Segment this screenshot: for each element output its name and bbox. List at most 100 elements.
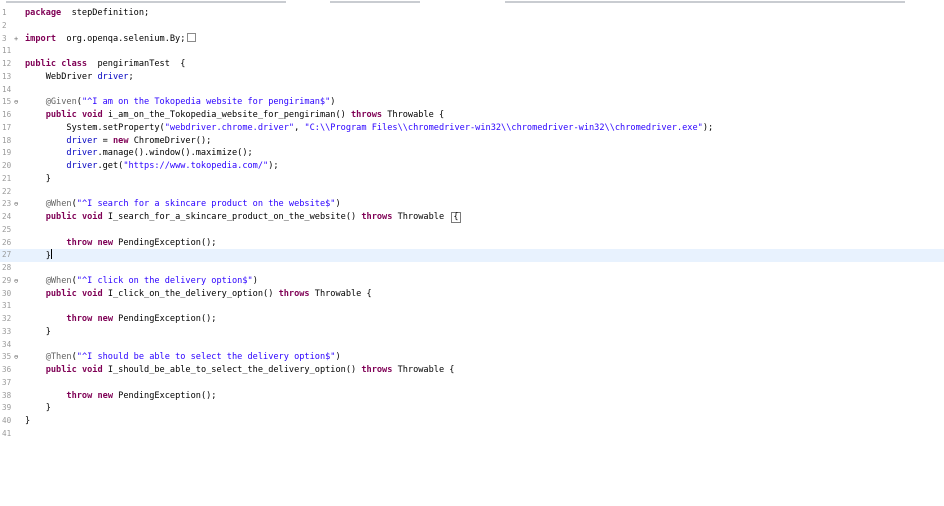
line-number: 28 xyxy=(2,263,12,272)
code-text: } xyxy=(25,249,52,263)
code-line[interactable]: 16 public void i_am_on_the_Tokopedia_web… xyxy=(0,109,944,122)
code-line[interactable]: 37 xyxy=(0,377,944,390)
line-number: 26 xyxy=(2,237,12,247)
code-line[interactable]: 27 } xyxy=(0,249,944,262)
top-toolbar-strip xyxy=(0,0,944,4)
code-line[interactable]: 24 public void I_search_for_a_skincare_p… xyxy=(0,211,944,224)
code-line[interactable]: 2 xyxy=(0,20,944,33)
code-text: } xyxy=(25,415,30,428)
code-token: throw xyxy=(66,237,93,248)
code-line[interactable]: 3 + import org.openqa.selenium.By; xyxy=(0,32,944,46)
code-token: import xyxy=(25,33,57,44)
code-token: public xyxy=(25,59,57,69)
code-line[interactable]: 14 xyxy=(0,84,944,97)
code-line[interactable]: 19 driver.manage().window().maximize(); xyxy=(0,147,944,160)
collapse-fold-icon[interactable]: ⊖ xyxy=(14,275,18,288)
code-line[interactable]: 17 System.setProperty("webdriver.chrome.… xyxy=(0,122,944,135)
code-token: Throwable { xyxy=(392,365,455,375)
code-line[interactable]: 23 ⊖ @When("^I search for a skincare prod… xyxy=(0,198,944,211)
line-number: 35 xyxy=(2,352,12,362)
line-number: 38 xyxy=(2,390,12,400)
code-line[interactable]: 1 package stepDefinition; xyxy=(0,7,944,20)
code-text: driver.get("https://www.tokopedia.com/")… xyxy=(25,160,278,173)
code-token: } xyxy=(25,251,51,262)
code-token: public xyxy=(45,288,77,299)
code-line[interactable]: 26 throw new PendingException(); xyxy=(0,237,944,250)
code-line[interactable]: 34 xyxy=(0,339,944,352)
code-token: "C:\\Program Files\\chromedriver-win32\\… xyxy=(304,122,703,133)
code-line[interactable]: 30 public void I_click_on_the_delivery_o… xyxy=(0,288,944,301)
code-line[interactable]: 20 driver.get("https://www.tokopedia.com… xyxy=(0,160,944,173)
code-line[interactable]: 40} xyxy=(0,415,944,428)
code-text: package stepDefinition; xyxy=(25,7,149,20)
code-token: public xyxy=(45,212,77,222)
code-token: I_click_on_the_delivery_option() xyxy=(102,288,279,299)
code-token: pengirimanTest { xyxy=(87,59,186,69)
code-line[interactable]: 15 ⊖ @Given("^I am on the Tokopedia websi… xyxy=(0,96,944,109)
code-line[interactable]: 38 throw new PendingException(); xyxy=(0,390,944,403)
collapse-fold-icon[interactable]: ⊖ xyxy=(14,96,18,109)
line-number: 3 xyxy=(2,33,7,43)
collapsed-imports-icon[interactable] xyxy=(187,32,197,42)
code-editor[interactable]: 1 package stepDefinition; 2 3 + import org.op… xyxy=(0,7,944,441)
code-token: package xyxy=(25,8,62,18)
code-text: @Given("^I am on the Tokopedia website f… xyxy=(25,96,336,109)
line-number: 2 xyxy=(2,20,7,30)
code-token: @When xyxy=(45,199,72,210)
collapse-fold-icon[interactable]: ⊖ xyxy=(14,198,18,211)
code-text: throw new PendingException(); xyxy=(25,237,216,250)
code-line[interactable]: 41 xyxy=(0,428,944,441)
line-number: 34 xyxy=(2,339,12,349)
code-line[interactable]: 33 } xyxy=(0,326,944,339)
code-text: @Then("^I should be able to select the d… xyxy=(25,351,341,364)
code-line[interactable]: 36 public void I_should_be_able_to_selec… xyxy=(0,364,944,377)
code-token: ); xyxy=(702,122,714,133)
line-number: 27 xyxy=(2,250,12,260)
code-line[interactable]: 39 } xyxy=(0,402,944,415)
code-token: @Then xyxy=(45,352,72,363)
code-line[interactable]: 28 xyxy=(0,262,944,275)
code-token: ) xyxy=(335,352,341,363)
code-line[interactable]: 35 ⊖ @Then("^I should be able to select t… xyxy=(0,351,944,364)
code-text: public void I_click_on_the_delivery_opti… xyxy=(25,288,372,301)
code-line[interactable]: 29 ⊖ @When("^I click on the delivery opti… xyxy=(0,275,944,288)
code-token: throws xyxy=(278,288,310,299)
code-token: public xyxy=(45,110,77,120)
code-line[interactable]: 25 xyxy=(0,224,944,237)
line-number: 19 xyxy=(2,148,12,158)
code-token: setProperty xyxy=(102,122,160,133)
code-line[interactable]: 31 xyxy=(0,300,944,313)
code-token: WebDriver xyxy=(25,71,98,82)
code-token: Throwable { xyxy=(309,288,372,299)
code-text: public void I_should_be_able_to_select_t… xyxy=(25,364,455,377)
code-line[interactable]: 13 WebDriver driver; xyxy=(0,71,944,84)
code-token: } xyxy=(25,403,51,414)
line-number: 15 xyxy=(2,97,12,107)
code-token: void xyxy=(81,110,103,120)
code-token: "^I search for a skincare product on the… xyxy=(76,199,336,210)
code-line[interactable]: 21 } xyxy=(0,173,944,186)
expand-fold-icon[interactable]: + xyxy=(14,33,18,46)
code-token: PendingException(); xyxy=(113,314,217,324)
code-line[interactable]: 18 driver = new ChromeDriver(); xyxy=(0,135,944,148)
code-line[interactable]: 12 public class pengirimanTest { xyxy=(0,58,944,71)
code-token: throw xyxy=(66,314,93,324)
line-number: 36 xyxy=(2,365,12,374)
code-text: import org.openqa.selenium.By; xyxy=(25,32,197,46)
code-line[interactable]: 11 xyxy=(0,45,944,58)
collapse-fold-icon[interactable]: ⊖ xyxy=(14,351,18,364)
code-line[interactable]: 32 throw new PendingException(); xyxy=(0,313,944,326)
code-text: throw new PendingException(); xyxy=(25,313,216,326)
code-token: } xyxy=(25,326,51,337)
code-token: throw xyxy=(66,390,93,401)
line-number: 23 xyxy=(2,199,12,209)
code-line[interactable]: 22 xyxy=(0,186,944,199)
